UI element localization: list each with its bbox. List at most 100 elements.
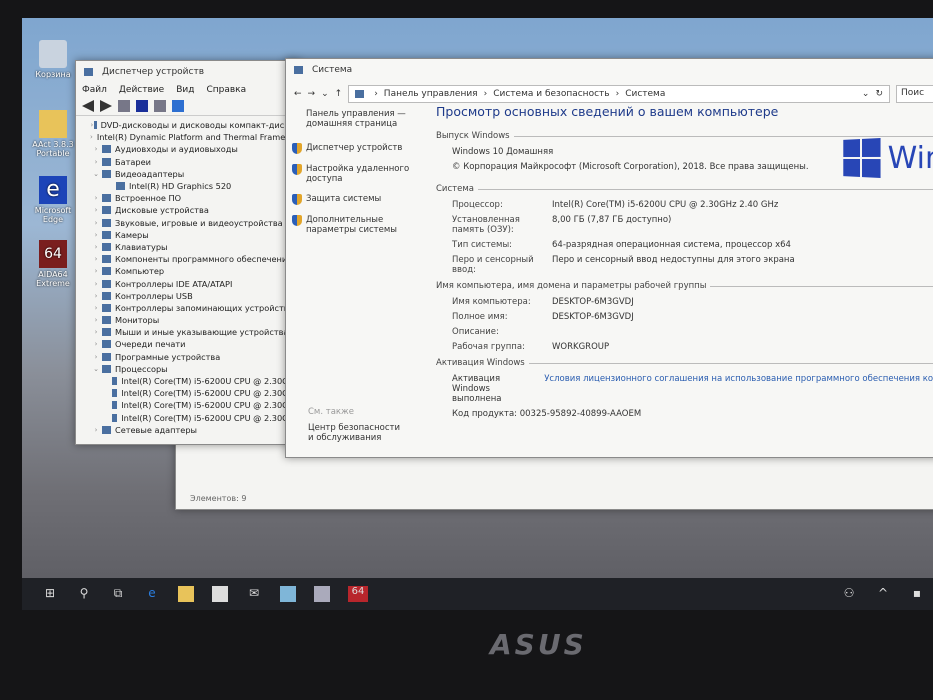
tree-node[interactable]: › Клавиатуры	[76, 241, 299, 253]
chevron-right-icon[interactable]: ›	[90, 231, 102, 239]
left-link[interactable]: Дополнительные параметры системы	[292, 215, 422, 235]
tree-node[interactable]: ⌄ Видеоадаптеры	[76, 168, 299, 180]
tree-node[interactable]: › Камеры	[76, 229, 299, 241]
device-manager-taskbar-icon[interactable]	[314, 586, 330, 602]
chevron-right-icon[interactable]: ›	[90, 340, 102, 348]
tree-node[interactable]: › Очереди печати	[76, 338, 299, 350]
properties-icon[interactable]	[118, 100, 130, 112]
tree-node[interactable]: › Компьютер	[76, 265, 299, 277]
see-also-label: См. также	[308, 407, 354, 417]
up-icon[interactable]: ↑	[335, 89, 343, 99]
tree-node[interactable]: › Контроллеры запоминающих устройств	[76, 302, 299, 314]
tree-node[interactable]: › Звуковые, игровые и видеоустройства	[76, 217, 299, 229]
activation-row: Активация Windows выполнена Условия лицен…	[452, 374, 933, 404]
chevron-right-icon[interactable]: ›	[90, 133, 93, 141]
tree-node[interactable]: › DVD-дисководы и дисководы компакт-диско…	[76, 119, 299, 131]
menu-item[interactable]: Справка	[206, 85, 246, 95]
tree-node[interactable]: › Контроллеры USB	[76, 290, 299, 302]
device-icon	[102, 364, 111, 373]
chevron-right-icon[interactable]: ›	[90, 304, 102, 312]
desktop-icon-aida64[interactable]: 64 AIDA64 Extreme	[30, 240, 76, 288]
tree-node[interactable]: Intel(R) Core(TM) i5-6200U CPU @ 2.30GHz	[76, 399, 299, 411]
info-row: Полное имя: DESKTOP-6M3GVDJ	[452, 312, 933, 322]
start-icon[interactable]: ⊞	[42, 586, 58, 602]
chevron-down-icon[interactable]: ⌄	[90, 170, 102, 178]
update-driver-icon[interactable]	[154, 100, 166, 112]
forward-icon[interactable]	[100, 100, 112, 112]
back-icon[interactable]	[82, 100, 94, 112]
left-link[interactable]: Настройка удаленного доступа	[292, 164, 422, 184]
info-label: Процессор:	[452, 200, 503, 210]
tree-node[interactable]: › Мыши и иные указывающие устройства	[76, 326, 299, 338]
search-input[interactable]: Поис	[896, 85, 933, 103]
store-icon[interactable]	[212, 586, 228, 602]
chevron-right-icon[interactable]: ›	[90, 243, 102, 251]
menu-item[interactable]: Вид	[176, 85, 194, 95]
aida64-taskbar-icon[interactable]: 64	[348, 586, 368, 602]
chevron-right-icon[interactable]: ›	[90, 328, 102, 336]
license-link[interactable]: Условия лицензионного соглашения на испо…	[544, 374, 933, 404]
tree-node[interactable]: › Аудиовходы и аудиовыходы	[76, 143, 299, 155]
mail-icon[interactable]: ✉	[246, 586, 262, 602]
edge-icon[interactable]: e	[144, 586, 160, 602]
left-link[interactable]: Защита системы	[292, 194, 422, 205]
search-icon[interactable]: ⚲	[76, 586, 92, 602]
chevron-right-icon[interactable]: ›	[90, 353, 102, 361]
tree-node[interactable]: › Батареи	[76, 156, 299, 168]
edge-icon: e	[39, 176, 67, 204]
chevron-right-icon[interactable]: ›	[90, 145, 102, 153]
chevron-right-icon[interactable]: ›	[90, 158, 102, 166]
desktop-icon-edge[interactable]: e Microsoft Edge	[30, 176, 76, 224]
back-icon[interactable]: ←	[294, 89, 302, 99]
breadcrumb-system[interactable]: Система	[625, 89, 665, 99]
breadcrumb-system-security[interactable]: Система и безопасность	[493, 89, 609, 99]
task-view-icon[interactable]: ⧉	[110, 586, 126, 602]
chevron-right-icon[interactable]: ›	[90, 426, 102, 434]
tree-node[interactable]: › Мониторы	[76, 314, 299, 326]
tree-node[interactable]: › Дисковые устройства	[76, 204, 299, 216]
menu-item[interactable]: Файл	[82, 85, 107, 95]
chevron-right-icon[interactable]: ›	[90, 292, 102, 300]
tree-node-label: Процессоры	[115, 363, 168, 374]
tree-node[interactable]: Intel(R) Core(TM) i5-6200U CPU @ 2.30GHz	[76, 375, 299, 387]
desktop-icon-aact[interactable]: AAct 3.8.3 Portable	[30, 110, 76, 158]
file-explorer-icon[interactable]	[178, 586, 194, 602]
breadcrumb-control-panel[interactable]: Панель управления	[384, 89, 478, 99]
chevron-right-icon[interactable]: ›	[90, 194, 102, 202]
tree-node[interactable]: › Сетевые адаптеры	[76, 424, 299, 436]
help-icon[interactable]	[136, 100, 148, 112]
recent-chevron-icon[interactable]: ⌄	[321, 89, 329, 99]
refresh-icon[interactable]: ↻	[875, 89, 883, 99]
security-center-link[interactable]: Центр безопасности и обслуживания	[308, 423, 408, 443]
chevron-right-icon[interactable]: ›	[90, 206, 102, 214]
tray-icon[interactable]: ▪	[909, 586, 925, 602]
chevron-right-icon[interactable]: ›	[90, 267, 102, 275]
tree-node[interactable]: › Контроллеры IDE ATA/ATAPI	[76, 277, 299, 289]
chevron-right-icon[interactable]: ›	[90, 255, 102, 263]
chevron-right-icon[interactable]: ›	[90, 219, 102, 227]
monitor-icon[interactable]	[172, 100, 184, 112]
info-value: DESKTOP-6M3GVDJ	[552, 312, 634, 322]
tree-node[interactable]: Intel(R) Core(TM) i5-6200U CPU @ 2.30GHz	[76, 412, 299, 424]
left-link[interactable]: Диспетчер устройств	[292, 143, 422, 154]
desktop-icon-recycle-bin[interactable]: Корзина	[30, 40, 76, 79]
chevron-right-icon[interactable]: ›	[90, 316, 102, 324]
tree-node[interactable]: Intel(R) HD Graphics 520	[76, 180, 299, 192]
show-hidden-icons-chevron[interactable]: ^	[875, 586, 891, 602]
people-icon[interactable]: ⚇	[841, 586, 857, 602]
chevron-right-icon[interactable]: ›	[90, 280, 102, 288]
tree-node[interactable]: › Компоненты программного обеспечения	[76, 253, 299, 265]
forward-icon[interactable]: →	[308, 89, 316, 99]
tree-node[interactable]: › Intel(R) Dynamic Platform and Thermal F…	[76, 131, 305, 143]
address-bar[interactable]: › Панель управления › Система и безопасно…	[348, 85, 890, 103]
tree-node[interactable]: › Програмные устройства	[76, 351, 299, 363]
tree-node[interactable]: Intel(R) Core(TM) i5-6200U CPU @ 2.30GHz	[76, 387, 299, 399]
menu-item[interactable]: Действие	[119, 85, 164, 95]
system-taskbar-icon[interactable]	[280, 586, 296, 602]
control-panel-home-link[interactable]: Панель управления — домашняя страница	[306, 109, 422, 129]
chevron-down-icon[interactable]: ⌄	[90, 365, 102, 373]
tree-node[interactable]: › Встроенное ПО	[76, 192, 299, 204]
dropdown-icon[interactable]: ⌄	[862, 89, 870, 99]
device-icon	[102, 255, 111, 264]
tree-node[interactable]: ⌄ Процессоры	[76, 363, 299, 375]
